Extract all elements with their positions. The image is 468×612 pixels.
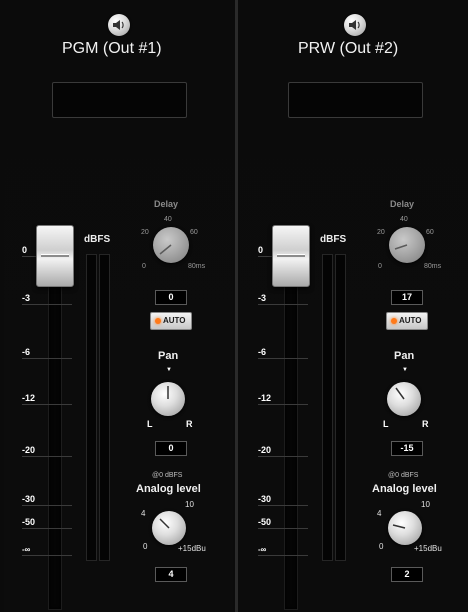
scale-tick: [22, 505, 72, 506]
scale-tick: [22, 404, 72, 405]
scale-label: -∞: [22, 545, 31, 554]
scale-tick: [22, 555, 72, 556]
fader-handle[interactable]: [36, 225, 74, 287]
delay-tick: 40: [400, 216, 408, 223]
scale-tick: [22, 456, 72, 457]
strip-divider: [235, 0, 238, 612]
delay-tick: 80ms: [188, 263, 206, 270]
delay-tick: 0: [142, 263, 146, 270]
speaker-icon[interactable]: [344, 14, 366, 36]
pan-knob[interactable]: [387, 382, 421, 416]
delay-tick: 40: [164, 216, 172, 223]
scale-tick: [22, 304, 72, 305]
pan-label: Pan: [394, 350, 415, 362]
delay-value[interactable]: 17: [391, 290, 423, 305]
pan-center-marker-icon: ▼: [166, 367, 172, 373]
scale-tick: [258, 358, 308, 359]
scale-label: -20: [22, 445, 36, 455]
analog-level-value[interactable]: 4: [155, 567, 187, 582]
pan-left-label: L: [383, 419, 389, 429]
analog-reference-label: @0 dBFS: [152, 472, 183, 479]
delay-tick: 60: [190, 229, 198, 236]
channel-title: PRW (Out #2): [298, 40, 399, 57]
analog-tick: 10: [185, 500, 194, 509]
scale-label: 0: [258, 245, 264, 255]
scale-tick: [258, 555, 308, 556]
level-meter-left: [86, 254, 97, 561]
scale-tick: [258, 304, 308, 305]
analog-tick: 4: [377, 509, 382, 518]
meter-label: dBFS: [320, 234, 347, 245]
scale-tick: [22, 358, 72, 359]
level-meter-left: [322, 254, 333, 561]
analog-level-knob[interactable]: [152, 511, 186, 545]
scale-label: -3: [22, 293, 31, 303]
scale-tick: [258, 456, 308, 457]
meter-label: dBFS: [84, 234, 111, 245]
speaker-icon[interactable]: [108, 14, 130, 36]
scale-label: -50: [22, 517, 36, 527]
pan-knob[interactable]: [151, 382, 185, 416]
analog-level-value[interactable]: 2: [391, 567, 423, 582]
fader-handle[interactable]: [272, 225, 310, 287]
scale-label: 0: [22, 245, 28, 255]
level-meter-right: [99, 254, 110, 561]
delay-knob[interactable]: [389, 227, 425, 263]
scale-label: -6: [22, 347, 31, 357]
analog-level-label: Analog level: [372, 483, 437, 495]
pan-left-label: L: [147, 419, 153, 429]
pan-right-label: R: [422, 419, 429, 429]
led-icon: [391, 318, 397, 324]
delay-tick: 20: [377, 229, 385, 236]
analog-reference-label: @0 dBFS: [388, 472, 419, 479]
auto-button[interactable]: AUTO: [150, 312, 192, 330]
pan-value[interactable]: -15: [391, 441, 423, 456]
delay-tick: 20: [141, 229, 149, 236]
delay-knob[interactable]: [153, 227, 189, 263]
delay-label: Delay: [154, 199, 179, 209]
scale-label: -30: [258, 494, 272, 504]
pan-center-marker-icon: ▼: [402, 367, 408, 373]
analog-tick: 0: [143, 542, 148, 551]
analog-level-knob[interactable]: [388, 511, 422, 545]
analog-tick: 10: [421, 500, 430, 509]
auto-button[interactable]: AUTO: [386, 312, 428, 330]
scale-tick: [258, 505, 308, 506]
scale-label: -50: [258, 517, 272, 527]
scale-label: -12: [22, 393, 36, 403]
scale-tick: [258, 528, 308, 529]
scale-tick: [22, 528, 72, 529]
auto-label: AUTO: [163, 316, 186, 325]
analog-level-label: Analog level: [136, 483, 201, 495]
scale-label: -12: [258, 393, 272, 403]
pan-value[interactable]: 0: [155, 441, 187, 456]
scale-label: -3: [258, 293, 267, 303]
led-icon: [155, 318, 161, 324]
delay-value[interactable]: 0: [155, 290, 187, 305]
pan-right-label: R: [186, 419, 193, 429]
delay-tick: 80ms: [424, 263, 442, 270]
pan-label: Pan: [158, 350, 179, 362]
delay-tick: 0: [378, 263, 382, 270]
analog-tick: 4: [141, 509, 146, 518]
channel-name-display: [288, 82, 423, 118]
channel-title: PGM (Out #1): [62, 40, 162, 57]
delay-label: Delay: [390, 199, 415, 209]
analog-tick: +15dBu: [178, 544, 206, 553]
scale-label: -6: [258, 347, 267, 357]
channel-strip-pgm: PGM (Out #1) 0 -3 -6 -12 -20 -30 -50 -∞ …: [4, 0, 233, 612]
channel-strip-prw: PRW (Out #2) 0 -3 -6 -12 -20 -30 -50 -∞ …: [240, 0, 468, 612]
scale-label: -20: [258, 445, 272, 455]
scale-label: -∞: [258, 545, 267, 554]
channel-name-display: [52, 82, 187, 118]
auto-label: AUTO: [399, 316, 422, 325]
output-mixer: PGM (Out #1) 0 -3 -6 -12 -20 -30 -50 -∞ …: [0, 0, 468, 612]
level-meter-right: [335, 254, 346, 561]
analog-tick: +15dBu: [414, 544, 442, 553]
analog-tick: 0: [379, 542, 384, 551]
scale-tick: [258, 404, 308, 405]
scale-label: -30: [22, 494, 36, 504]
delay-tick: 60: [426, 229, 434, 236]
